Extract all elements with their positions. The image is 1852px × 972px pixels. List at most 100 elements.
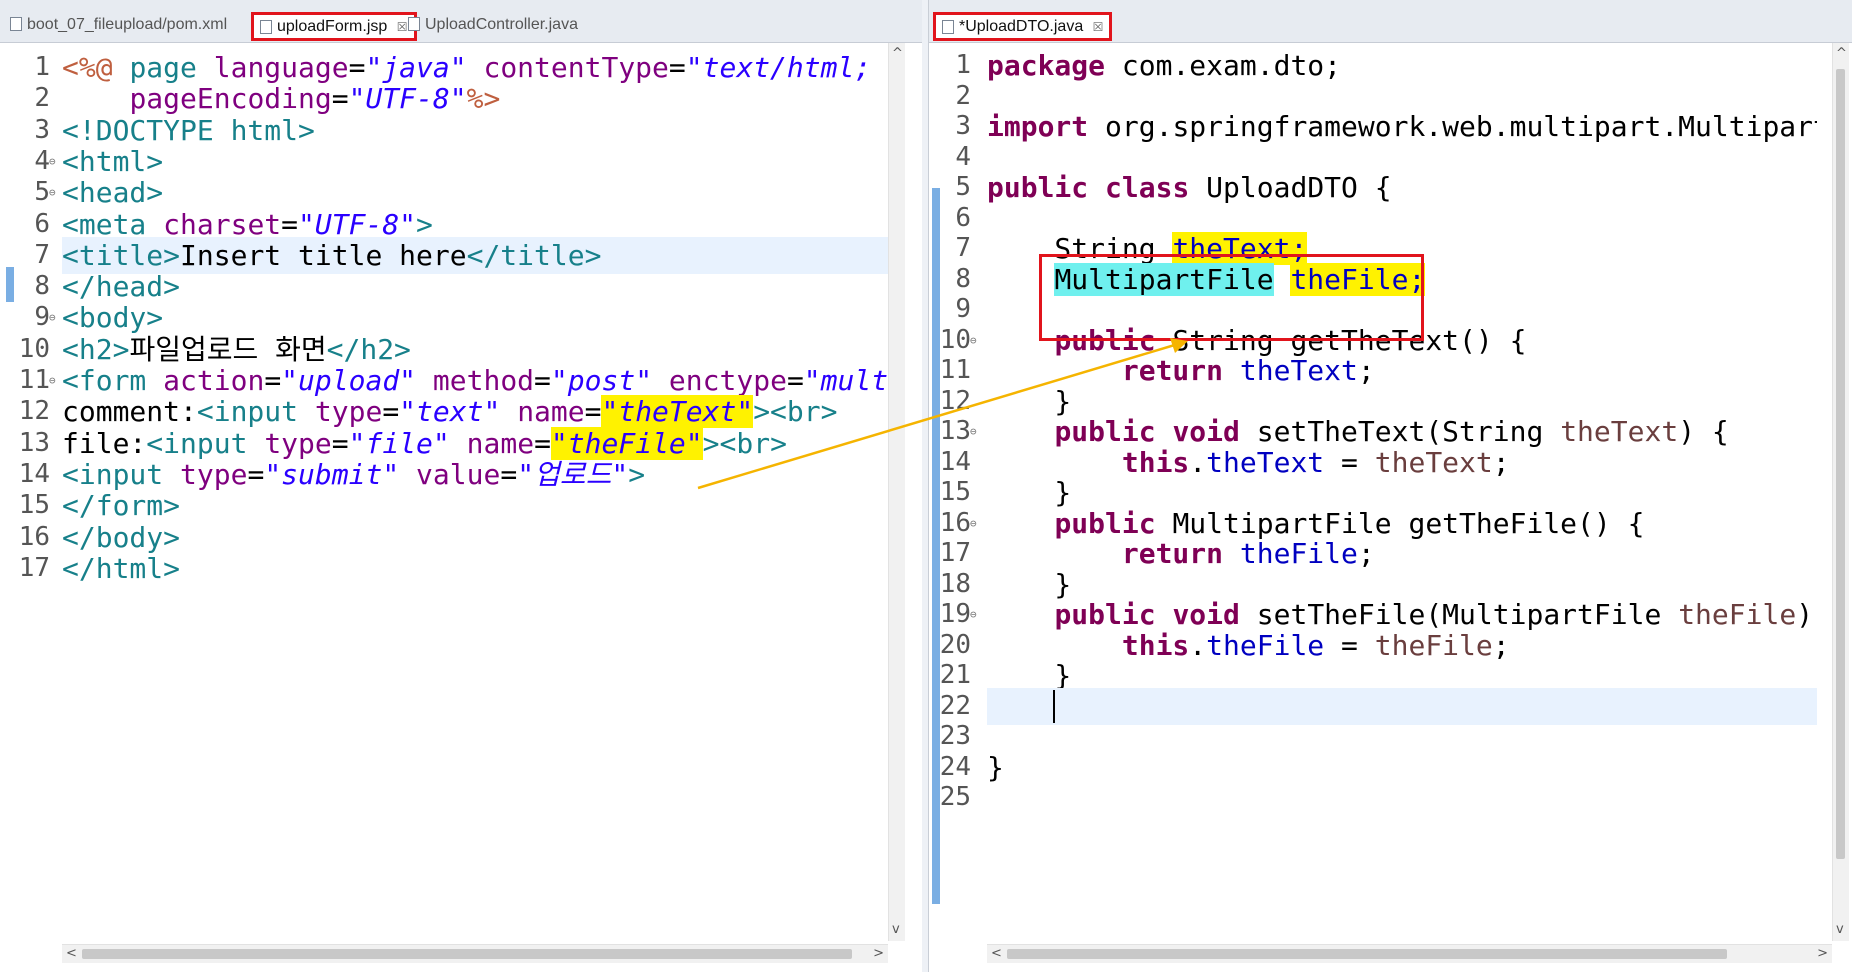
tab-label: uploadForm.jsp [277,18,388,35]
code-token: "upload" [281,364,417,397]
code-token: </html> [62,551,181,585]
code-token: theFile [1239,537,1358,570]
scroll-down-icon[interactable]: v [892,921,900,939]
code-token: name [466,426,535,460]
code-token: <head> [62,176,164,210]
change-marker-bar [932,188,940,904]
tab-pom-xml[interactable]: f boot_07_fileupload/pom.xml [10,12,227,37]
close-tab-icon[interactable]: ☒ [397,20,408,34]
code-text-area[interactable]: package com.exam.dto; import org.springfr… [987,43,1817,972]
code-token: = [348,51,366,84]
code-token: = [584,395,602,429]
code-token: 파일업로드 화면 [129,332,327,366]
code-token: type [314,395,383,429]
code-token: "UTF-8" [298,207,417,241]
horizontal-scrollbar[interactable]: < > [987,944,1832,963]
code-text-area[interactable]: <%@ page language="java" contentType="te… [62,43,888,972]
code-token: <form [62,364,164,397]
code-token: ; [1492,628,1510,662]
code-token: <input [62,457,181,491]
horizontal-scroll-thumb[interactable] [1007,949,1727,959]
close-tab-icon[interactable]: ☒ [1093,20,1104,34]
code-token: ) { [1678,415,1729,448]
code-token: public [987,171,1089,204]
code-token: <input [146,426,265,460]
right-code-editor[interactable]: 1 2 3 4 5 6 7 8 9 10 ⊖ 11 12 13 ⊖ 14 15 16 ⊖ 17 18 19 ⊖ 20 21 22 2… [929,43,1852,972]
line-number: 17 [18,552,50,583]
code-token: = [264,364,282,397]
code-token: Insert title here [180,238,467,272]
current-line-marker [6,267,14,302]
code-token: com.exam.dto; [1105,49,1342,82]
code-token: theText [1206,445,1325,479]
code-token: contentType [483,51,669,84]
java-file-icon: f [942,20,954,34]
horizontal-scrollbar[interactable]: < > [62,944,888,963]
code-token: ><br> [753,395,838,429]
code-token: action [163,364,265,397]
scroll-down-icon[interactable]: v [1836,921,1844,939]
tab-upload-form-jsp[interactable]: f uploadForm.jsp ☒ [251,12,417,41]
scroll-up-icon[interactable]: ^ [892,45,903,63]
left-code-editor[interactable]: 1 2 3 4 ⊖ 5 ⊖ 6 7 8 9 ⊖ 10 11 ⊖ 12 13 14 15 16 17 <%@ page l… [0,43,922,972]
code-token: org.springframework.web.multipart.Multip… [1088,110,1817,143]
scroll-left-icon[interactable]: < [66,945,77,963]
code-token: import [987,110,1089,143]
code-token: = [1324,445,1375,479]
code-token: = [534,364,551,397]
code-token: "submit" [264,457,400,491]
right-editor-pane: f *UploadDTO.java ☒ 12345678910⊖111213⊖14… [928,0,1852,972]
horizontal-scroll-thumb[interactable] [82,949,852,959]
code-token: "post" [550,364,653,397]
scroll-right-icon[interactable]: > [1817,945,1828,963]
code-token: </h2> [326,332,411,366]
code-token: </body> [62,520,181,554]
code-token: <%@ [62,51,130,84]
code-token: <h2> [62,332,130,366]
code-line: public class UploadDTO { [987,169,1392,206]
code-token: theFile [1374,628,1493,662]
tab-upload-controller-java[interactable]: f UploadController.java [408,12,578,37]
code-token: "UTF-8" [348,82,467,116]
code-token: > [416,207,433,241]
vertical-scrollbar[interactable]: ^ v [1832,43,1849,941]
scroll-right-icon[interactable]: > [873,945,884,963]
code-token: charset [163,207,282,241]
vertical-scroll-thumb[interactable] [1836,69,1845,859]
code-token: theText [1239,354,1358,387]
code-token: = [1324,628,1375,662]
code-token: <title> [62,238,181,272]
code-token: comment: [62,395,197,429]
code-token: this [1121,628,1190,662]
code-token: value [416,457,501,491]
scroll-up-icon[interactable]: ^ [1836,45,1847,63]
code-token: ; [1357,537,1375,570]
code-token: method [432,364,535,397]
code-token: package [987,49,1106,82]
vertical-scrollbar[interactable]: ^ v [888,43,905,941]
scroll-left-icon[interactable]: < [991,945,1002,963]
code-token: return [1121,354,1224,387]
code-line: import org.springframework.web.multipart… [987,108,1817,145]
tab-upload-dto-java[interactable]: f *UploadDTO.java ☒ [933,12,1113,41]
code-token: ><br> [702,426,787,460]
code-token: class [1105,171,1190,204]
code-token: "업로드" [517,457,629,491]
code-token: </title> [466,238,602,272]
code-token: return [1121,537,1224,570]
code-token: <body> [62,301,164,335]
code-token: } [987,750,1004,784]
code-token: </head> [62,270,181,304]
code-token: name [517,395,585,429]
code-token: language [213,51,349,84]
code-token: theFile [1678,598,1797,631]
code-token: theText [1560,415,1679,448]
code-token: <meta [62,207,164,241]
code-token: type [264,426,332,460]
